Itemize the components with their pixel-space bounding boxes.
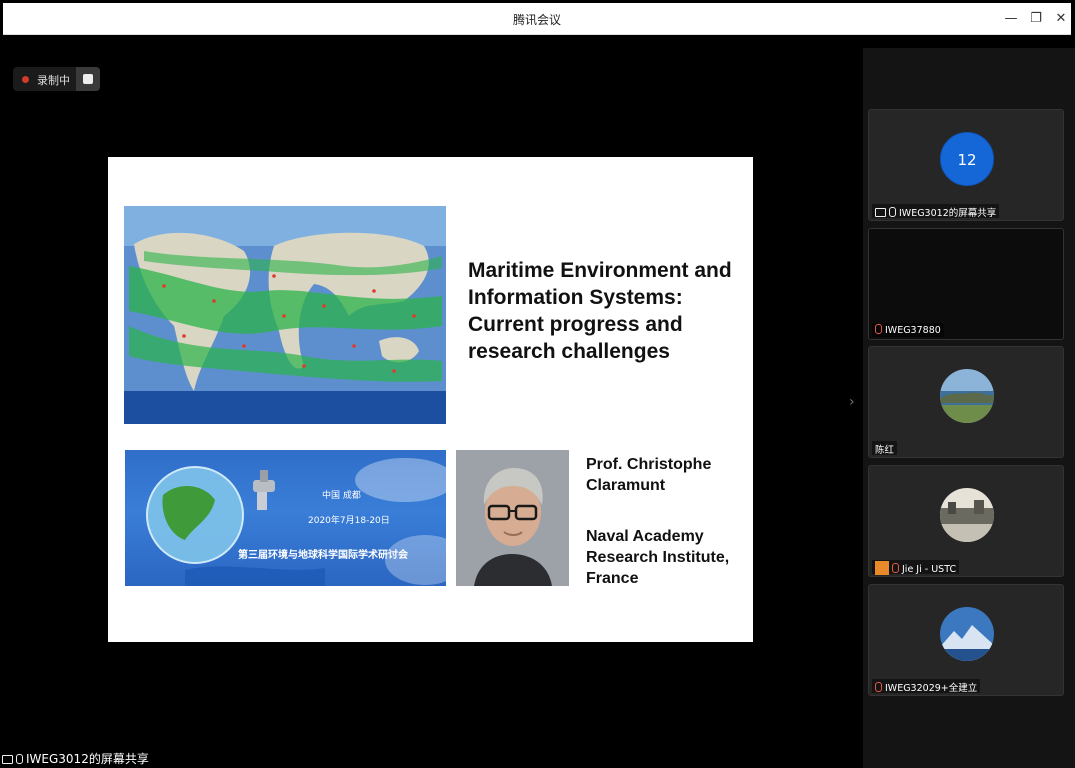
- participant-label: IWEG37880: [872, 323, 944, 337]
- window-title: 腾讯会议: [512, 13, 561, 27]
- shared-slide: Maritime Environment and Information Sys…: [108, 157, 753, 642]
- participant-tile[interactable]: 陈红: [868, 346, 1064, 458]
- participant-name: IWEG3012的屏幕共享: [899, 208, 997, 219]
- stop-recording-button[interactable]: [76, 67, 100, 91]
- recording-label: 录制中: [37, 74, 70, 87]
- microphone-icon: [889, 207, 896, 217]
- microphone-icon: [16, 754, 23, 764]
- screen-share-icon: [2, 755, 13, 764]
- speaker-name: Prof. Christophe Claramunt: [586, 456, 712, 494]
- participant-tile[interactable]: 12 IWEG3012的屏幕共享: [868, 109, 1064, 221]
- landscape-avatar-graphic: [940, 369, 994, 423]
- participant-label: Jie Ji - USTC: [872, 560, 960, 575]
- microphone-muted-icon: [892, 563, 899, 573]
- avatar: [940, 369, 994, 423]
- microphone-muted-icon: [875, 324, 882, 334]
- conference-banner: 中国 成都 2020年7月18-20日 第三届环境与地球科学国际学术研讨会: [125, 450, 446, 586]
- avatar: [940, 488, 994, 542]
- banner-conference-name: 第三届环境与地球科学国际学术研讨会: [238, 550, 408, 561]
- user-avatar-icon: [875, 561, 889, 575]
- collapse-panel-chevron-icon[interactable]: ›: [849, 394, 855, 410]
- globe-faucet-graphic: [146, 458, 446, 586]
- screen-share-icon: [875, 208, 886, 217]
- participant-label: IWEG3012的屏幕共享: [872, 204, 1000, 219]
- townscape-avatar-graphic: [940, 488, 994, 542]
- sharer-label: IWEG3012的屏幕共享: [26, 752, 149, 766]
- title-bar: 腾讯会议 — ❐ ✕: [3, 3, 1071, 35]
- world-map-graphic: [124, 206, 446, 424]
- recording-indicator: 录制中: [13, 67, 100, 91]
- avatar: [940, 607, 994, 661]
- banner-city: 中国 成都: [322, 491, 361, 501]
- banner-date: 2020年7月18-20日: [308, 516, 390, 526]
- meeting-window: 腾讯会议 — ❐ ✕ 录制中 Maritime Environment and …: [0, 0, 1075, 768]
- speaker-photo: [456, 450, 569, 586]
- participant-name: IWEG37880: [885, 325, 941, 336]
- participant-label: 陈红: [872, 441, 898, 456]
- stop-icon: [83, 74, 93, 84]
- participant-tile[interactable]: Jie Ji - USTC: [868, 465, 1064, 577]
- close-icon[interactable]: ✕: [1052, 10, 1070, 28]
- avatar: 12: [940, 132, 994, 186]
- shipping-map-image: [124, 206, 446, 424]
- participant-tile[interactable]: IWEG37880: [868, 228, 1064, 340]
- restore-icon[interactable]: ❐: [1027, 10, 1045, 28]
- minimize-icon[interactable]: —: [1002, 10, 1020, 28]
- slide-title: Maritime Environment and Information Sys…: [468, 259, 732, 363]
- microphone-muted-icon: [875, 682, 882, 692]
- screen-share-status: IWEG3012的屏幕共享: [2, 750, 149, 767]
- speaker-portrait-graphic: [456, 450, 569, 586]
- participant-label: IWEG32029+全建立: [872, 679, 981, 694]
- participant-name: IWEG32029+全建立: [885, 683, 978, 694]
- speaker-institution: Naval Academy Research Institute, France: [586, 528, 730, 587]
- recording-dot-icon: [22, 76, 29, 83]
- participant-tile[interactable]: IWEG32029+全建立: [868, 584, 1064, 696]
- participant-name: Jie Ji - USTC: [902, 564, 957, 575]
- participant-name: 陈红: [875, 445, 895, 456]
- mountain-avatar-graphic: [940, 607, 994, 661]
